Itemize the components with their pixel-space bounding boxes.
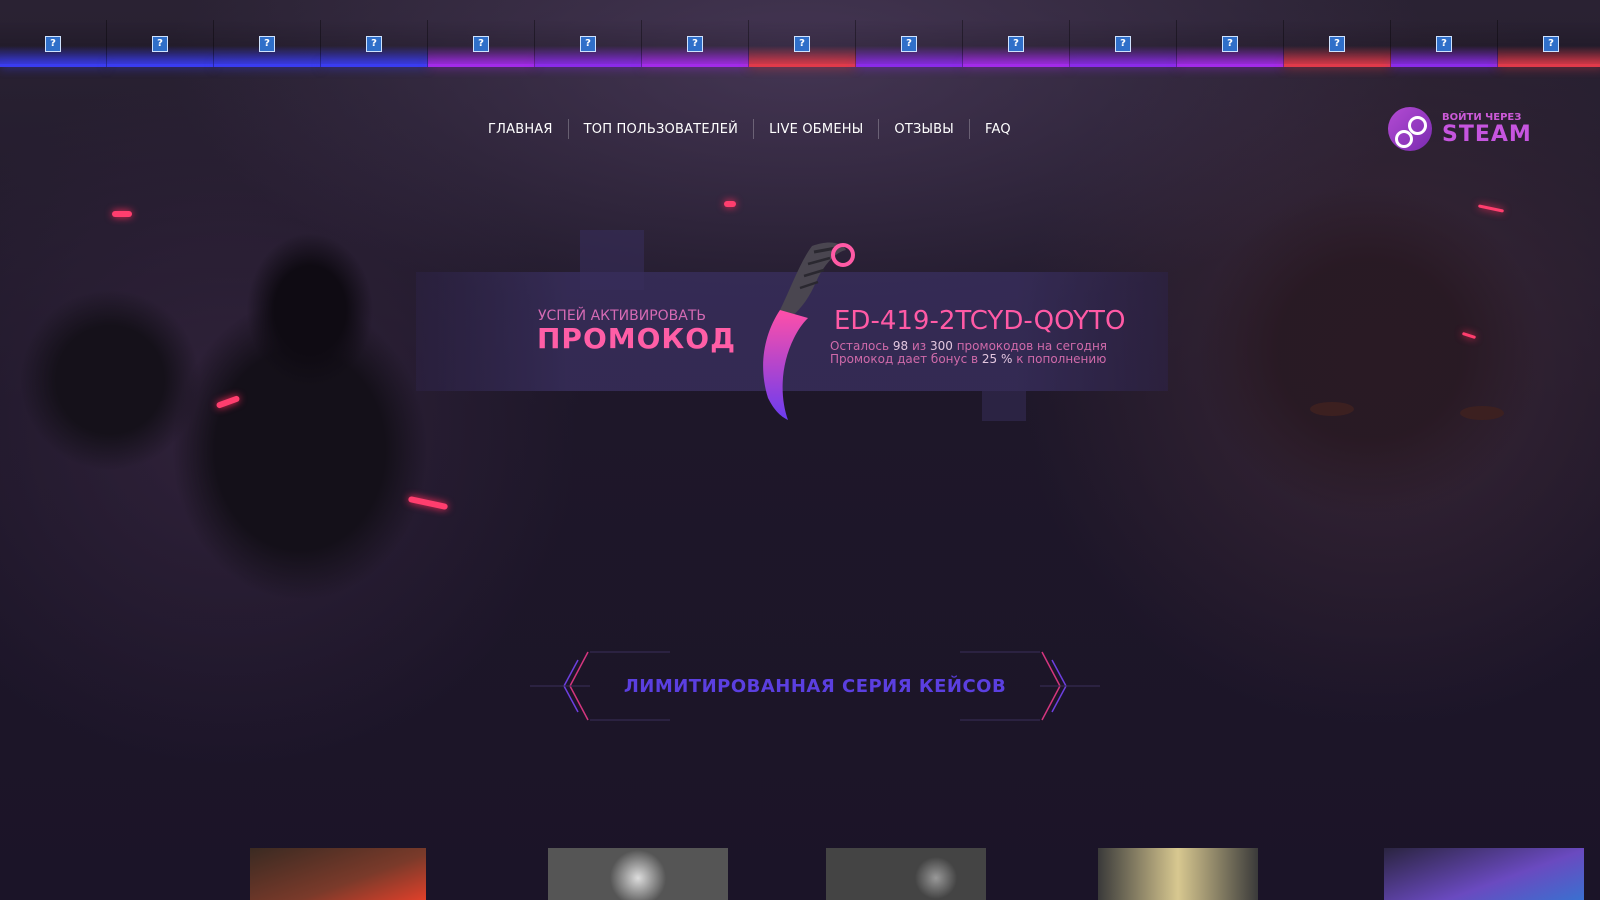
case-card[interactable] [1384, 848, 1584, 900]
case-card[interactable] [250, 848, 426, 900]
missing-image-icon: ? [366, 36, 382, 52]
missing-image-icon: ? [794, 36, 810, 52]
drop-slot[interactable]: ? [856, 20, 963, 67]
nav-item-live-trades[interactable]: LIVE ОБМЕНЫ [754, 122, 878, 137]
drop-slot[interactable]: ? [749, 20, 856, 67]
hero-image-left [0, 190, 560, 610]
promo-remaining-suffix: промокодов на сегодня [952, 339, 1108, 353]
steam-login-line2: STEAM [1442, 122, 1532, 147]
hero-image-right [1150, 180, 1600, 600]
missing-image-icon: ? [1008, 36, 1024, 52]
promo-remaining-mid: из [908, 339, 930, 353]
spark [112, 211, 132, 217]
missing-image-icon: ? [1543, 36, 1559, 52]
promo-code-value[interactable]: ED-419-2TCYD-QOYTO [834, 306, 1125, 336]
drop-slot[interactable]: ? [107, 20, 214, 67]
promo-remaining-prefix: Осталось [830, 339, 893, 353]
promo-total-count: 300 [929, 339, 953, 353]
drop-slot[interactable]: ? [214, 20, 321, 67]
section-header: ЛИМИТИРОВАННАЯ СЕРИЯ КЕЙСОВ [530, 640, 1100, 730]
missing-image-icon: ? [1115, 36, 1131, 52]
missing-image-icon: ? [1222, 36, 1238, 52]
steam-login-button[interactable]: ВОЙТИ ЧЕРЕЗ STEAM [1388, 107, 1532, 151]
spark [724, 201, 736, 207]
nav-item-faq[interactable]: FAQ [970, 122, 1026, 137]
steam-login-label: ВОЙТИ ЧЕРЕЗ STEAM [1442, 112, 1532, 146]
drop-slot[interactable]: ? [321, 20, 428, 67]
promo-remaining-count: 98 [892, 339, 909, 353]
missing-image-icon: ? [45, 36, 61, 52]
eye-left [1310, 402, 1354, 416]
promo-bonus-text: Промокод дает бонус в 25 % к пополнению [830, 352, 1106, 366]
drop-slot[interactable]: ? [1070, 20, 1177, 67]
drop-slot[interactable]: ? [1498, 20, 1600, 67]
promo-remaining-text: Осталось 98 из 300 промокодов на сегодня [830, 339, 1107, 353]
promo-bonus-prefix: Промокод дает бонус в [830, 352, 982, 366]
eye-right [1460, 406, 1504, 420]
case-card[interactable] [826, 848, 986, 900]
promo-decoration [982, 391, 1026, 421]
drop-slot[interactable]: ? [1284, 20, 1391, 67]
missing-image-icon: ? [687, 36, 703, 52]
main-nav: ГЛАВНАЯ ТОП ПОЛЬЗОВАТЕЛЕЙ LIVE ОБМЕНЫ ОТ… [473, 119, 1026, 139]
drop-slot[interactable]: ? [1391, 20, 1498, 67]
promo-heading-big: ПРОМОКОД [537, 322, 737, 355]
section-title: ЛИМИТИРОВАННАЯ СЕРИЯ КЕЙСОВ [623, 676, 1007, 697]
drop-slot[interactable]: ? [428, 20, 535, 67]
missing-image-icon: ? [259, 36, 275, 52]
missing-image-icon: ? [901, 36, 917, 52]
nav-item-home[interactable]: ГЛАВНАЯ [473, 122, 568, 137]
drop-slot[interactable]: ? [535, 20, 642, 67]
drop-slot[interactable]: ? [642, 20, 749, 67]
missing-image-icon: ? [1329, 36, 1345, 52]
steam-logo-icon [1388, 107, 1432, 151]
missing-image-icon: ? [580, 36, 596, 52]
promo-bonus-suffix: к пополнению [1012, 352, 1107, 366]
drop-slot[interactable]: ? [1177, 20, 1284, 67]
drop-slot[interactable]: ? [963, 20, 1070, 67]
live-drop-strip: ??????????????? [0, 20, 1600, 67]
case-card[interactable] [1098, 848, 1258, 900]
promo-bonus-value: 25 % [981, 352, 1013, 366]
missing-image-icon: ? [1436, 36, 1452, 52]
missing-image-icon: ? [473, 36, 489, 52]
nav-item-top-users[interactable]: ТОП ПОЛЬЗОВАТЕЛЕЙ [569, 122, 753, 137]
case-card[interactable] [548, 848, 728, 900]
drop-slot[interactable]: ? [0, 20, 107, 67]
nav-item-reviews[interactable]: ОТЗЫВЫ [879, 122, 969, 137]
missing-image-icon: ? [152, 36, 168, 52]
